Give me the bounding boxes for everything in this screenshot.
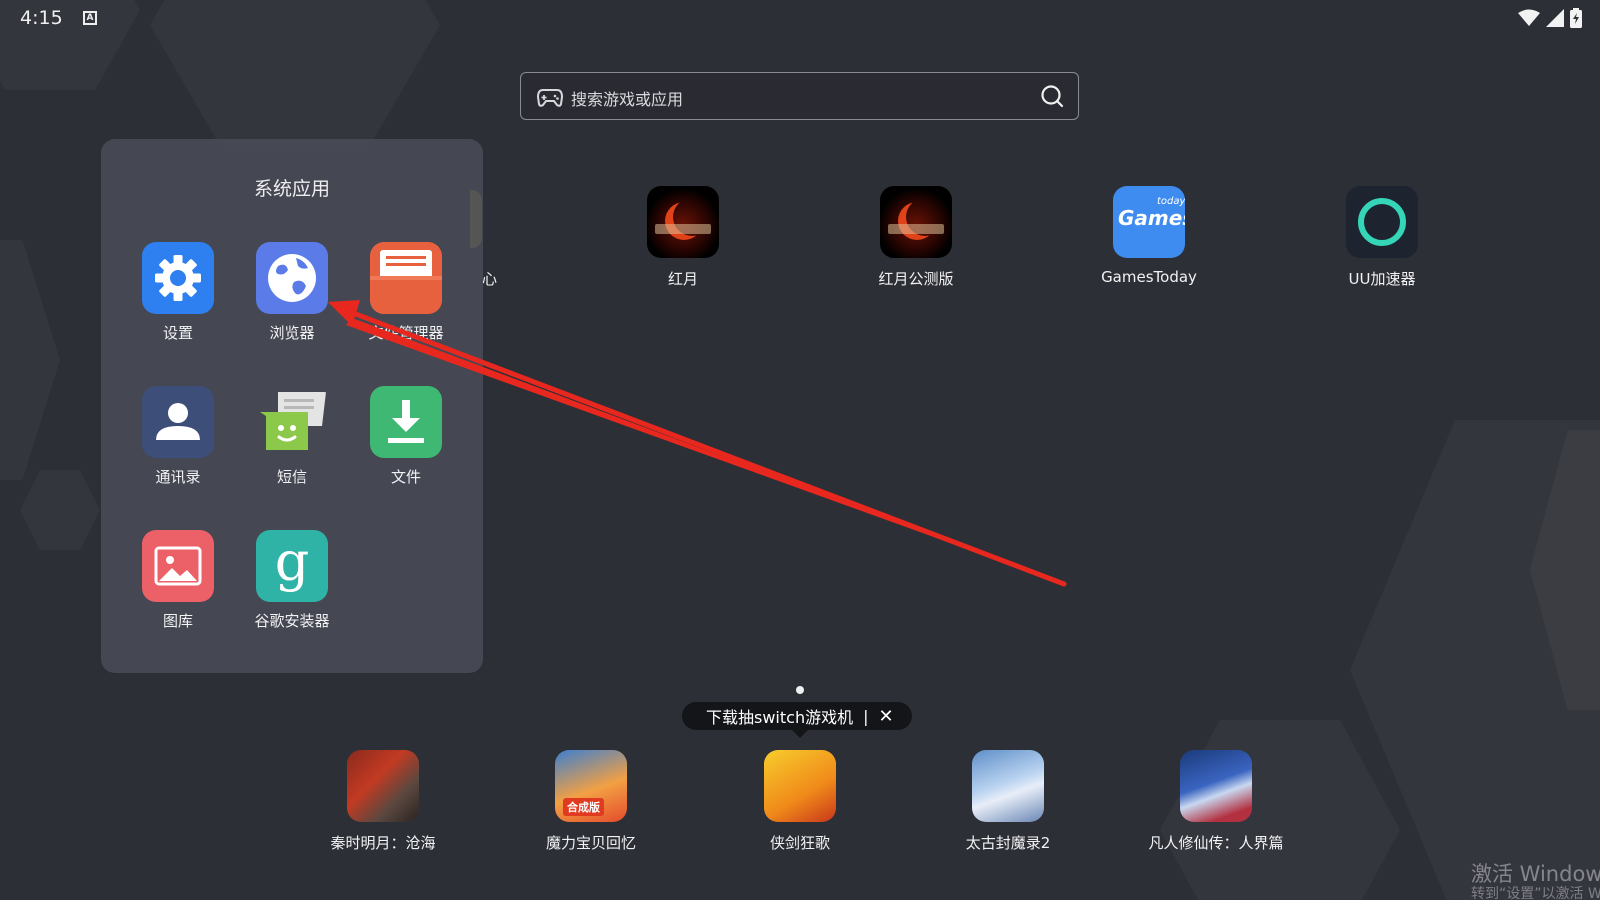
app-files[interactable]: 文件	[346, 386, 466, 487]
gamepad-icon	[537, 89, 563, 107]
app-label: 短信	[276, 468, 307, 486]
app-label: 文件管理器	[368, 324, 444, 342]
red-moon-game-icon	[647, 186, 719, 258]
close-icon[interactable]: ✕	[878, 706, 893, 727]
app-red-moon-beta[interactable]: 红月公测版	[841, 186, 991, 289]
promo-tooltip-pointer	[791, 729, 809, 738]
gamestoday-icon: Games today	[1113, 186, 1185, 258]
xiajian-game-icon	[764, 750, 836, 822]
app-label: 通讯录	[155, 468, 201, 486]
partial-app-label: 心	[482, 270, 498, 288]
signal-icon	[1546, 9, 1564, 27]
status-time: 4:15	[20, 7, 63, 29]
app-browser[interactable]: 浏览器	[232, 242, 352, 343]
gallery-image-icon	[142, 530, 214, 602]
app-google-installer[interactable]: g 谷歌安装器	[232, 530, 352, 631]
app-file-manager[interactable]: 文件管理器	[346, 242, 466, 343]
uu-accelerator-icon	[1346, 186, 1418, 258]
taigu-game-icon	[972, 750, 1044, 822]
promo-text: 下载抽switch游戏机	[706, 708, 854, 727]
app-label: UU加速器	[1348, 270, 1416, 288]
app-sms[interactable]: 短信	[232, 386, 352, 487]
status-icons	[1518, 8, 1582, 28]
app-label: 浏览器	[269, 324, 315, 342]
system-apps-folder: 系统应用 设置 浏览器 文件管理器 通讯录 短信 文件 图库 g 谷歌安装器	[101, 139, 483, 673]
status-bar: 4:15 A	[0, 0, 1600, 36]
app-uu-accelerator[interactable]: UU加速器	[1307, 186, 1457, 289]
fanren-game-icon	[1180, 750, 1252, 822]
search-bar[interactable]: 搜索游戏或应用	[520, 72, 1079, 120]
app-label: 文件	[390, 468, 421, 486]
app-settings[interactable]: 设置	[118, 242, 238, 343]
search-input[interactable]: 搜索游戏或应用	[571, 86, 683, 110]
google-installer-icon: g	[256, 530, 328, 602]
qin-game-icon	[347, 750, 419, 822]
settings-gear-icon	[142, 242, 214, 314]
browser-globe-icon	[256, 242, 328, 314]
promo-separator: |	[863, 706, 869, 726]
red-moon-game-icon	[880, 186, 952, 258]
status-indicator-icon: A	[83, 11, 97, 25]
app-label: 侠剑狂歌	[769, 834, 830, 852]
app-tai-gu-feng-mo-lu[interactable]: 太古封魔录2	[933, 750, 1083, 853]
contacts-person-icon	[142, 386, 214, 458]
app-gallery[interactable]: 图库	[118, 530, 238, 631]
app-label: 秦时明月：沧海	[330, 834, 436, 852]
moli-game-icon: 合成版	[555, 750, 627, 822]
app-qin-shi-ming-yue[interactable]: 秦时明月：沧海	[308, 750, 458, 853]
app-label: 设置	[162, 324, 193, 342]
folder-title: 系统应用	[253, 178, 330, 200]
file-manager-icon	[370, 242, 442, 314]
app-label: 红月公测版	[878, 270, 954, 288]
app-label: 魔力宝贝回忆	[545, 834, 636, 852]
app-contacts[interactable]: 通讯录	[118, 386, 238, 487]
app-red-moon[interactable]: 红月	[608, 186, 758, 289]
app-gamestoday[interactable]: Games today GamesToday	[1074, 186, 1224, 286]
page-indicator-dot	[796, 686, 804, 694]
app-label: GamesToday	[1101, 268, 1197, 286]
app-label: 凡人修仙传：人界篇	[1148, 834, 1284, 852]
app-label: 太古封魔录2	[965, 834, 1051, 852]
search-icon[interactable]	[1040, 84, 1064, 108]
battery-icon	[1570, 8, 1582, 28]
app-fan-ren-xiu-xian[interactable]: 凡人修仙传：人界篇	[1141, 750, 1291, 853]
app-label: 谷歌安装器	[254, 612, 330, 630]
app-moli-baobei[interactable]: 合成版 魔力宝贝回忆	[516, 750, 666, 853]
wifi-icon	[1518, 9, 1540, 26]
download-file-icon	[370, 386, 442, 458]
app-label: 红月	[667, 270, 698, 288]
app-label: 图库	[162, 612, 193, 630]
sms-message-icon	[256, 386, 328, 458]
windows-activation-hint: 转到“设置”以激活 Windows。	[1471, 886, 1600, 900]
app-xia-jian-kuang-ge[interactable]: 侠剑狂歌	[725, 750, 875, 853]
promo-tooltip[interactable]: 下载抽switch游戏机 | ✕	[682, 702, 912, 730]
